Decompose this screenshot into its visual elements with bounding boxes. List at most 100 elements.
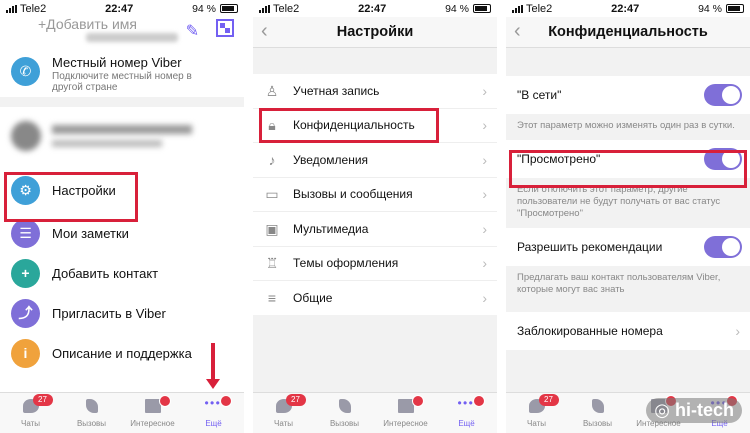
tab-bar: 27 Чаты Вызовы Интересное Ещё	[0, 392, 244, 433]
online-toggle-row[interactable]: "В сети"	[506, 76, 750, 114]
more-icon	[205, 396, 221, 410]
menu-item-invite[interactable]: ⤴ Пригласить в Viber	[0, 293, 244, 333]
tab-label: Интересное	[130, 419, 175, 428]
tab-chats[interactable]: 27 Чаты	[506, 393, 567, 433]
qr-code-icon[interactable]	[216, 19, 234, 37]
more-icon	[458, 396, 474, 410]
status-bar: Tele2 22:47 94 %	[0, 0, 244, 17]
info-icon: i	[11, 338, 40, 368]
battery-icon	[473, 4, 491, 13]
online-label: "В сети"	[517, 88, 562, 102]
list-icon: ≡	[267, 289, 277, 306]
settings-item-notifications[interactable]: ♪ Уведомления ›	[253, 143, 497, 178]
settings-item-general[interactable]: ≡ Общие ›	[253, 281, 497, 316]
tab-label: Вызовы	[582, 419, 613, 428]
local-number-item[interactable]: ✆ Местный номер Viber Подключите местный…	[0, 47, 244, 97]
settings-item-label: Мультимедиа	[293, 221, 369, 236]
blurred-promo-item[interactable]	[0, 107, 244, 167]
more-screen: Tele2 22:47 94 % +Добавить имя ✎ ✆ Местн…	[0, 0, 244, 433]
tab-label: Чаты	[20, 419, 41, 428]
chevron-right-icon: ›	[482, 117, 487, 134]
notification-dot	[219, 395, 232, 407]
bell-icon: ♪	[268, 151, 276, 168]
settings-item-media[interactable]: ▣ Мультимедиа ›	[253, 212, 497, 247]
chevron-right-icon: ›	[482, 220, 487, 237]
tab-label: Интересное	[383, 419, 428, 428]
empty-area	[253, 315, 497, 393]
signal-icon	[259, 4, 270, 13]
notification-dot	[411, 395, 424, 407]
recommend-label: Разрешить рекомендации	[517, 240, 663, 254]
highlight-seen	[509, 150, 747, 188]
section-gap	[253, 48, 497, 74]
divider	[0, 97, 244, 107]
tab-chats[interactable]: 27 Чаты	[253, 393, 314, 433]
highlight-privacy	[259, 108, 439, 143]
viber-local-icon: ✆	[11, 57, 40, 86]
time: 22:47	[358, 2, 387, 15]
chats-badge: 27	[538, 394, 559, 406]
tab-calls[interactable]: Вызовы	[61, 393, 122, 433]
back-icon[interactable]: ‹	[261, 21, 275, 41]
online-toggle[interactable]	[704, 84, 742, 106]
phone-icon	[85, 399, 98, 413]
page-title: Конфиденциальность	[548, 24, 708, 40]
nav-bar: ‹ Конфиденциальность	[506, 17, 750, 48]
tab-explore[interactable]: Интересное	[122, 393, 183, 433]
blocked-label: Заблокированные номера	[517, 324, 663, 338]
battery-percent: 94 %	[192, 2, 216, 15]
status-bar: Tele2 22:47 94 %	[506, 0, 750, 17]
settings-item-calls-messages[interactable]: ▭ Вызовы и сообщения ›	[253, 178, 497, 212]
settings-item-label: Учетная запись	[293, 83, 380, 98]
chats-badge: 27	[32, 394, 53, 406]
settings-item-themes[interactable]: ♖ Темы оформления ›	[253, 247, 497, 281]
share-icon: ⤴	[11, 298, 40, 328]
tab-label: Ещё	[458, 419, 475, 428]
phone-icon	[338, 399, 351, 413]
watermark: ◎ hi-tech	[646, 398, 742, 423]
tab-more[interactable]: Ещё	[183, 393, 244, 433]
tab-label: Ещё	[205, 419, 222, 428]
menu-item-label: Добавить контакт	[52, 265, 159, 281]
notification-dot	[472, 395, 485, 407]
blocked-numbers-row[interactable]: Заблокированные номера ›	[506, 312, 750, 350]
recommend-toggle-row[interactable]: Разрешить рекомендации	[506, 228, 750, 266]
chats-badge: 27	[285, 394, 306, 406]
chevron-right-icon: ›	[482, 82, 487, 99]
chevron-right-icon: ›	[482, 186, 487, 203]
tab-calls[interactable]: Вызовы	[314, 393, 375, 433]
menu-item-label: Описание и поддержка	[52, 345, 192, 361]
recommend-note: Предлагать ваш контакт пользователям Vib…	[517, 272, 721, 295]
back-icon[interactable]: ‹	[514, 21, 528, 41]
chevron-right-icon: ›	[482, 255, 487, 272]
tab-more[interactable]: Ещё	[436, 393, 497, 433]
chevron-right-icon: ›	[482, 289, 487, 306]
signal-icon	[6, 4, 17, 13]
carrier: Tele2	[20, 2, 47, 15]
local-number-title: Местный номер Viber	[52, 55, 182, 70]
menu-item-about[interactable]: i Описание и поддержка	[0, 333, 244, 373]
settings-item-label: Вызовы и сообщения	[293, 187, 413, 202]
tab-calls[interactable]: Вызовы	[567, 393, 628, 433]
edit-icon[interactable]: ✎	[186, 21, 199, 41]
menu-item-label: Пригласить в Viber	[52, 305, 166, 321]
profile-header: +Добавить имя ✎	[0, 16, 244, 47]
media-icon: ▣	[265, 220, 279, 237]
menu-item-add-contact[interactable]: + Добавить контакт	[0, 253, 244, 293]
battery-icon	[220, 4, 238, 13]
recommend-toggle[interactable]	[704, 236, 742, 258]
add-name-link[interactable]: +Добавить имя	[38, 16, 137, 32]
tab-chats[interactable]: 27 Чаты	[0, 393, 61, 433]
battery-icon	[726, 4, 744, 13]
menu-item-label: Мои заметки	[52, 225, 129, 241]
nav-bar: ‹ Настройки	[253, 17, 497, 48]
tab-label: Чаты	[526, 419, 547, 428]
highlight-settings	[4, 172, 138, 222]
signal-icon	[512, 4, 523, 13]
local-number-subtitle: Подключите местный номер в другой стране	[52, 71, 192, 93]
tab-label: Чаты	[273, 419, 294, 428]
settings-item-account[interactable]: ♙ Учетная запись ›	[253, 74, 497, 109]
tab-explore[interactable]: Интересное	[375, 393, 436, 433]
